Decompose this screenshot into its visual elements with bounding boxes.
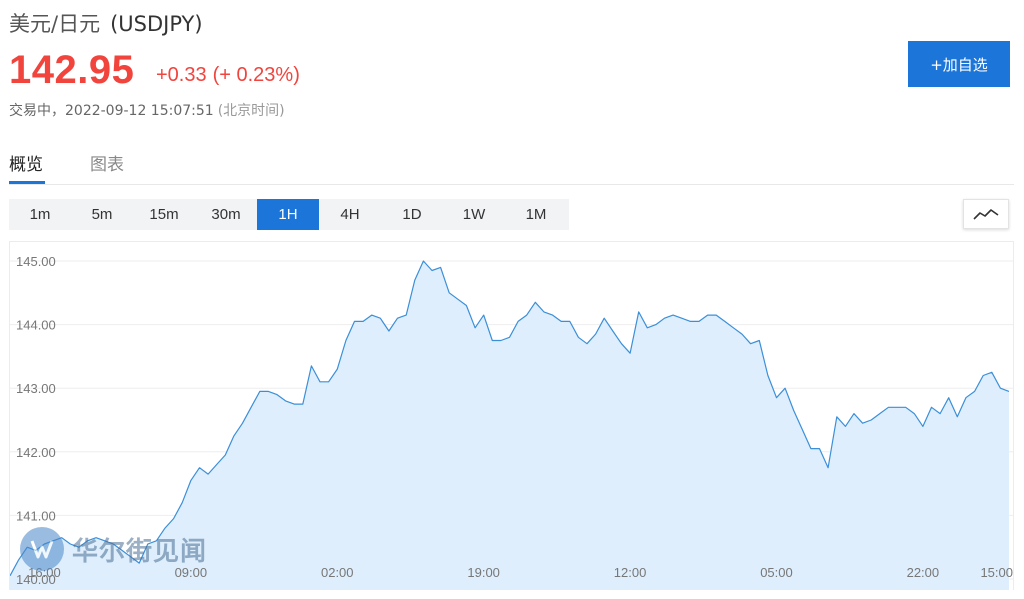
x-tick-label: 02:00: [321, 565, 354, 580]
period-1m[interactable]: 1m: [9, 199, 71, 230]
trading-timestamp: 2022-09-12 15:07:51: [65, 103, 214, 119]
period-5m[interactable]: 5m: [71, 199, 133, 230]
x-tick-label: 12:00: [614, 565, 647, 580]
tab-bar: 概览 图表: [9, 142, 1014, 185]
x-tick-label: 22:00: [907, 565, 940, 580]
pair-name: 美元/日元: [9, 12, 101, 36]
y-tick-label: 145.00: [16, 254, 56, 269]
wallstreetcn-logo-icon: [20, 527, 64, 571]
timezone-label: (北京时间): [217, 103, 285, 119]
y-tick-label: 142.00: [16, 445, 56, 460]
add-watchlist-button[interactable]: +加自选: [908, 41, 1010, 87]
trading-status: 交易中，2022-09-12 15:07:51 (北京时间): [9, 100, 285, 120]
period-4h[interactable]: 4H: [319, 199, 381, 230]
watermark-text: 华尔街见闻: [72, 536, 208, 567]
price-change-value: +0.33: [156, 64, 207, 86]
period-1d[interactable]: 1D: [381, 199, 443, 230]
period-1mo[interactable]: 1M: [505, 199, 567, 230]
chart-type-button[interactable]: [963, 199, 1009, 229]
price-change-percent: (+ 0.23%): [212, 64, 300, 86]
period-1h[interactable]: 1H: [257, 199, 319, 230]
pair-title: 美元/日元 (USDJPY): [9, 8, 203, 38]
current-price: 142.95: [9, 48, 135, 92]
x-tick-label: 19:00: [467, 565, 500, 580]
period-30m[interactable]: 30m: [195, 199, 257, 230]
pair-symbol: (USDJPY): [110, 12, 203, 36]
y-tick-label: 144.00: [16, 318, 56, 333]
period-selector: 1m 5m 15m 30m 1H 4H 1D 1W 1M: [9, 199, 569, 230]
trading-status-label: 交易中，: [9, 103, 65, 119]
y-tick-label: 141.00: [16, 508, 56, 523]
x-tick-label: 15:00: [980, 565, 1013, 580]
price-change: +0.33 (+ 0.23%): [156, 64, 300, 87]
tab-chart[interactable]: 图表: [90, 150, 124, 175]
tab-overview[interactable]: 概览: [9, 150, 45, 184]
period-1w[interactable]: 1W: [443, 199, 505, 230]
y-tick-label: 143.00: [16, 381, 56, 396]
watermark: 华尔街见闻: [20, 527, 207, 571]
line-chart-icon: [973, 209, 999, 220]
x-tick-label: 05:00: [760, 565, 793, 580]
period-15m[interactable]: 15m: [133, 199, 195, 230]
